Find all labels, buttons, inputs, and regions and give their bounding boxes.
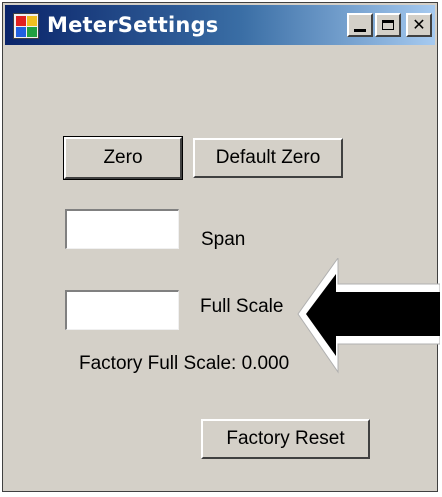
span-label: Span — [201, 229, 246, 250]
factory-reset-button[interactable]: Factory Reset — [201, 419, 370, 459]
zero-button[interactable]: Zero — [63, 136, 183, 180]
maximize-icon — [382, 20, 394, 30]
span-input[interactable] — [65, 209, 179, 249]
left-arrow-icon — [297, 258, 440, 374]
app-icon[interactable] — [13, 13, 39, 39]
title-bar[interactable]: MeterSettings ✕ — [5, 5, 435, 45]
default-zero-button[interactable]: Default Zero — [193, 138, 343, 178]
maximize-button[interactable] — [375, 13, 401, 37]
full-scale-label: Full Scale — [200, 296, 284, 317]
minimize-button[interactable] — [347, 13, 373, 37]
close-button[interactable]: ✕ — [406, 13, 432, 37]
minimize-icon — [354, 28, 366, 32]
full-scale-input[interactable] — [65, 290, 179, 330]
window-title: MeterSettings — [47, 13, 219, 37]
factory-full-scale-label: Factory Full Scale: 0.000 — [79, 353, 290, 374]
close-icon: ✕ — [412, 15, 426, 34]
